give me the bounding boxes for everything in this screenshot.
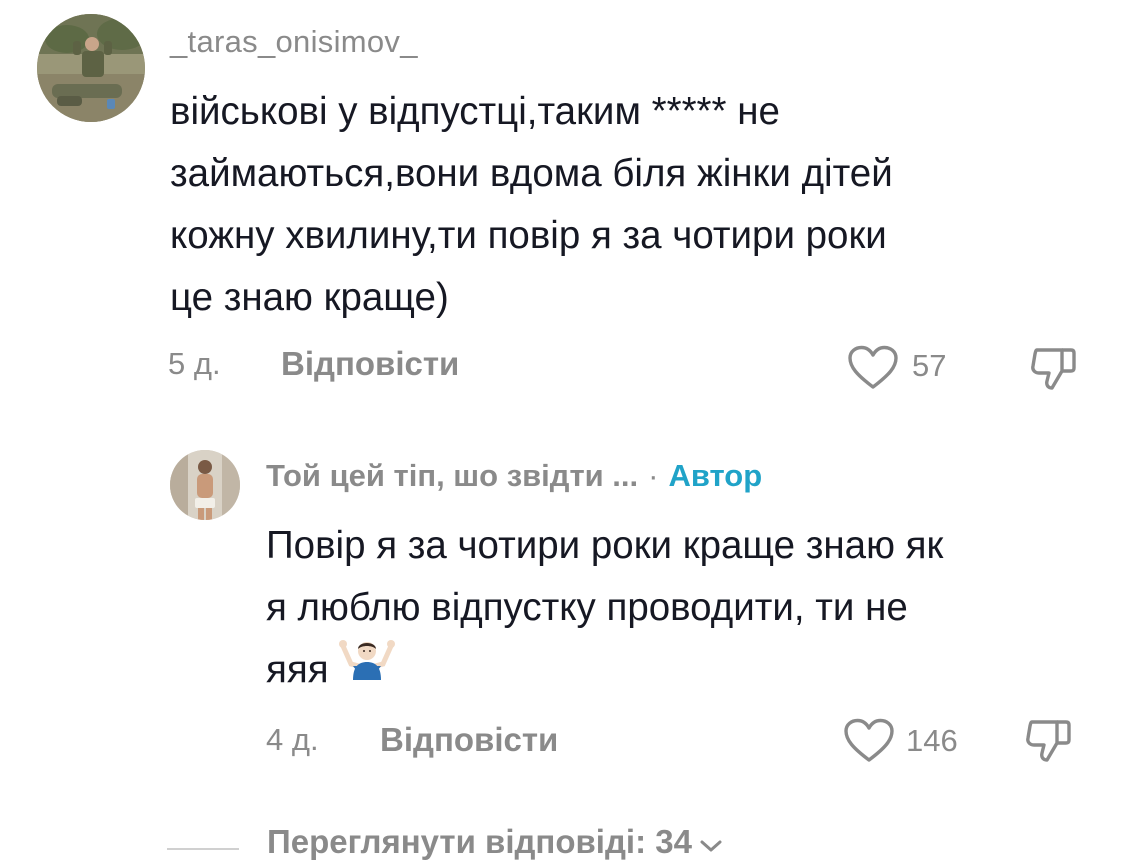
like-count: 57: [912, 348, 947, 383]
commenter-avatar[interactable]: [37, 14, 145, 122]
view-replies-button[interactable]: Переглянути відповіді: 34: [167, 823, 724, 860]
reply-timestamp: 4 д.: [266, 722, 319, 757]
reply-text-line: Повір я за чотири роки краще знаю як: [266, 524, 944, 567]
reply-text: Повір я за чотири роки краще знаю як я л…: [266, 515, 943, 703]
separator-dot: ·: [648, 458, 659, 493]
reply-button[interactable]: Відповісти: [281, 345, 459, 383]
comments-panel: _taras_onisimov_ військові у відпустці,т…: [0, 0, 1125, 860]
commenter-username[interactable]: _taras_onisimov_: [170, 24, 418, 60]
dislike-icon[interactable]: [1024, 716, 1072, 764]
comment-text-line: це знаю краще): [170, 276, 449, 319]
comment-text-line: військові у відпустці,таким ***** не: [170, 90, 780, 133]
reply-button[interactable]: Відповісти: [380, 721, 558, 759]
reply-author-avatar[interactable]: [170, 450, 240, 520]
comment-timestamp: 5 д.: [168, 346, 221, 381]
view-replies-label: Переглянути відповіді: 34: [267, 823, 692, 860]
heart-icon[interactable]: [843, 718, 895, 764]
commenter-avatar-image: [37, 14, 145, 122]
dislike-icon[interactable]: [1029, 344, 1077, 392]
reply-text-line: я люблю відпустку проводити, ти не: [266, 586, 908, 629]
man-shrugging-emoji: [338, 636, 395, 699]
reply-text-line-last: яяя: [266, 639, 943, 703]
reply-author-avatar-image: [170, 450, 240, 520]
reply-header: Той цей тіп, шо звідти ... · Автор: [266, 458, 762, 494]
comment-text-line: кожну хвилину,ти повір я за чотири роки: [170, 214, 887, 257]
chevron-down-icon: [698, 836, 724, 860]
author-badge: Автор: [668, 458, 763, 493]
divider-line: [167, 847, 239, 850]
heart-icon[interactable]: [847, 345, 899, 391]
like-count: 146: [906, 723, 958, 758]
comment-text-line: займаються,вони вдома біля жінки дітей: [170, 152, 893, 195]
reply-username[interactable]: Той цей тіп, шо звідти ...: [266, 458, 638, 493]
reply-text-fragment: яяя: [266, 648, 329, 691]
comment-text: військові у відпустці,таким ***** не зай…: [170, 81, 893, 329]
